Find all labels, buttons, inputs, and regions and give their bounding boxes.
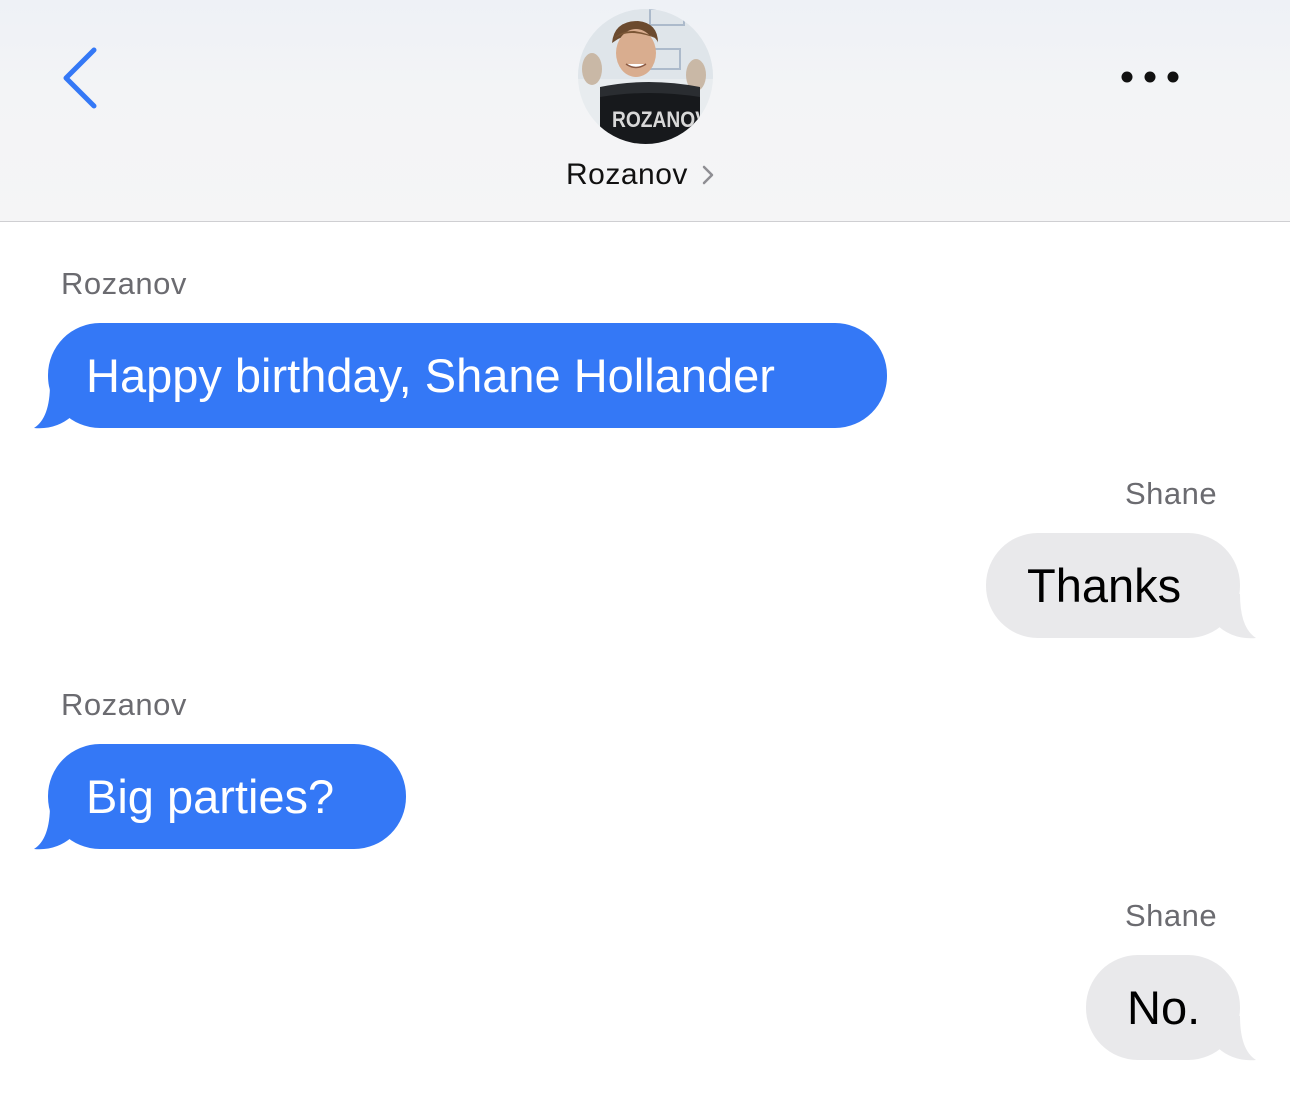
back-button[interactable] (50, 38, 120, 118)
message-bubble[interactable]: Happy birthday, Shane Hollander (48, 323, 887, 428)
conversation-header: ROZANOV Rozanov (0, 0, 1290, 222)
contact-avatar[interactable]: ROZANOV (578, 9, 713, 144)
message-bubble[interactable]: No. (1086, 955, 1240, 1060)
message-bubble[interactable]: Thanks (986, 533, 1240, 638)
chevron-left-icon (63, 47, 97, 109)
contact-name: Rozanov (566, 158, 688, 191)
chevron-right-icon (702, 165, 714, 185)
avatar-jersey-text: ROZANOV (612, 107, 708, 132)
message-sender: Rozanov (61, 687, 187, 722)
message-sender: Shane (1125, 476, 1218, 511)
contact-name-button[interactable]: Rozanov (566, 155, 716, 195)
more-horizontal-icon (1121, 71, 1179, 83)
message-sender: Shane (1125, 898, 1218, 933)
message-bubble[interactable]: Big parties? (48, 744, 406, 849)
message-sender: Rozanov (61, 266, 187, 301)
more-options-button[interactable] (1110, 55, 1200, 100)
